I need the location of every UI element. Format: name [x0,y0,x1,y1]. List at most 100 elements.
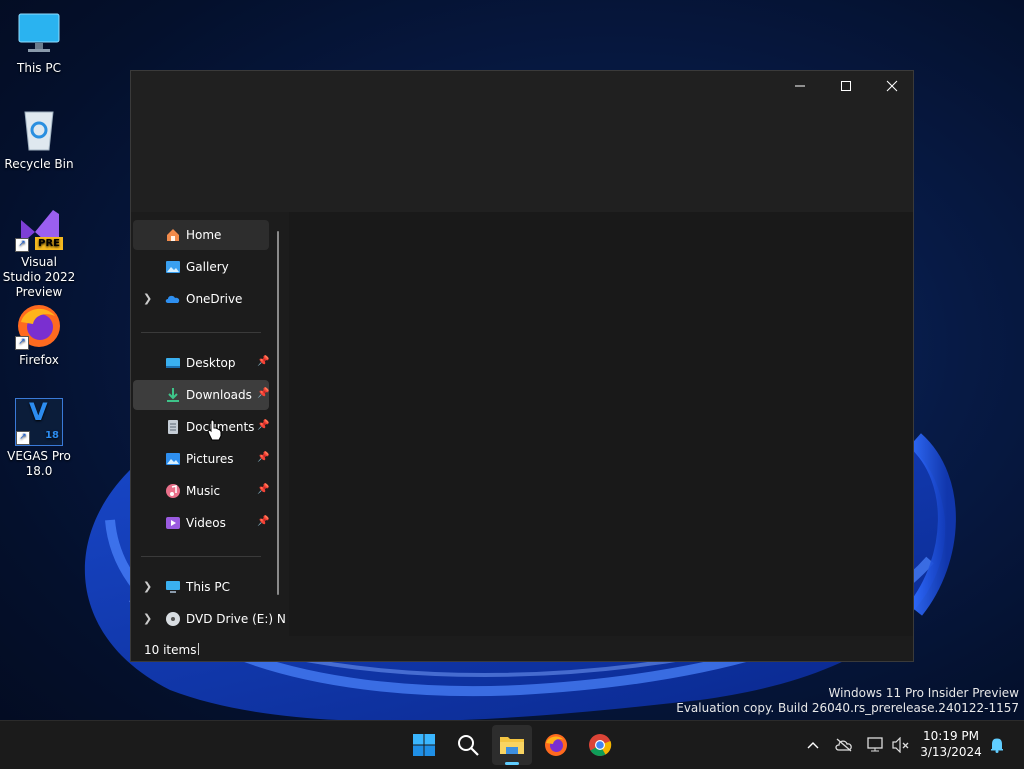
bell-icon [991,738,1003,753]
pre-badge: PRE [35,237,63,250]
pin-icon: 📌 [257,484,270,495]
recycle-bin-icon [15,106,63,154]
taskbar: 10:19 PM 3/13/2024 [0,720,1024,769]
volume-tray-button[interactable] [884,725,918,765]
windows-logo-icon [413,734,435,756]
maximize-icon [841,81,851,91]
pin-icon: 📌 [257,420,270,431]
pictures-icon [166,453,180,465]
file-list-pane[interactable] [289,212,913,636]
pin-icon: 📌 [257,516,270,527]
visual-studio-icon: PRE ↗ [15,204,63,252]
chevron-right-icon[interactable]: ❯ [143,292,152,305]
file-explorer-window: Home Gallery ❯ OneDrive Desktop 📌 Downlo… [130,70,914,662]
nav-divider [141,332,261,333]
clock-time: 10:19 PM [923,729,979,743]
onedrive-cloud-icon [165,295,180,303]
nav-item-label: OneDrive [186,292,243,306]
volume-muted-icon [892,737,909,753]
clock-date: 3/13/2024 [920,745,982,759]
watermark-line-2: Evaluation copy. Build 26040.rs_prerelea… [676,701,1019,715]
this-pc-icon [166,581,180,593]
music-icon [166,484,180,498]
chrome-icon [589,734,612,756]
hand-cursor-icon [207,419,222,441]
vegas-glyph: V [29,398,48,426]
nav-item-pictures[interactable]: Pictures 📌 [133,444,269,474]
gallery-icon [166,261,180,273]
active-indicator [505,762,519,765]
monitor-icon [15,10,63,58]
taskbar-firefox[interactable] [536,725,576,765]
desktop-folder-icon [166,358,180,368]
dvd-drive-icon [166,612,180,626]
search-button[interactable] [448,725,488,765]
navigation-pane: Home Gallery ❯ OneDrive Desktop 📌 Downlo… [131,212,286,636]
minimize-icon [795,85,805,87]
nav-item-label: This PC [186,580,230,594]
desktop-icon-firefox[interactable]: ↗ Firefox [1,302,77,368]
clock-button[interactable]: 10:19 PM 3/13/2024 [920,728,982,760]
status-separator [198,643,199,655]
folder-icon [500,737,524,754]
videos-icon [166,517,180,529]
nav-item-desktop[interactable]: Desktop 📌 [133,348,269,378]
desktop-icon-recycle-bin[interactable]: Recycle Bin [1,106,77,172]
desktop-icon-label: Firefox [19,353,59,367]
desktop-icon-label: This PC [17,61,61,75]
desktop-icon-vegas-pro[interactable]: V 18 ↗ VEGAS Pro 18.0 [1,398,77,479]
search-icon [458,735,479,756]
notifications-button[interactable] [982,725,1012,765]
nav-item-label: Gallery [186,260,229,274]
home-icon [167,229,179,241]
shortcut-arrow-icon: ↗ [15,238,29,252]
evaluation-watermark: Windows 11 Pro Insider Preview Evaluatio… [676,686,1019,716]
onedrive-tray-button[interactable] [826,725,862,765]
chevron-up-icon [807,742,819,749]
nav-item-home[interactable]: Home [133,220,269,250]
nav-scrollbar[interactable] [277,231,279,595]
minimize-button[interactable] [777,71,823,101]
chevron-right-icon[interactable]: ❯ [143,612,152,625]
nav-item-gallery[interactable]: Gallery [133,252,269,282]
download-icon [167,388,179,402]
nav-item-label: Videos [186,516,226,530]
desktop-icon-label: VEGAS Pro 18.0 [7,449,71,478]
start-button[interactable] [404,725,444,765]
shortcut-arrow-icon: ↗ [16,431,30,445]
taskbar-chrome[interactable] [580,725,620,765]
nav-divider [141,556,261,557]
nav-item-dvd-drive[interactable]: ❯ DVD Drive (E:) N [133,604,286,634]
item-count: 10 items [144,643,197,657]
desktop-icon-visual-studio[interactable]: PRE ↗ Visual Studio 2022 Preview [1,204,77,300]
vegas-pro-icon: V 18 ↗ [15,398,63,446]
nav-item-music[interactable]: Music 📌 [133,476,269,506]
pin-icon: 📌 [257,356,270,367]
nav-item-documents[interactable]: Documents 📌 [133,412,269,442]
nav-item-videos[interactable]: Videos 📌 [133,508,269,538]
nav-item-label: Downloads [186,388,252,402]
vegas-version-badge: 18 [45,430,59,441]
close-icon [886,80,898,92]
nav-item-onedrive[interactable]: ❯ OneDrive [133,284,269,314]
network-monitor-icon [867,737,883,752]
title-bar[interactable] [131,71,913,212]
nav-item-label: Pictures [186,452,234,466]
nav-item-label: Home [186,228,222,242]
shortcut-arrow-icon: ↗ [15,336,29,350]
desktop-icon-label: Recycle Bin [4,157,74,171]
documents-icon [168,420,178,434]
nav-item-label: Music [186,484,221,498]
nav-item-this-pc[interactable]: ❯ This PC [133,572,269,602]
desktop-icon-this-pc[interactable]: This PC [1,10,77,76]
firefox-icon [545,734,567,756]
maximize-button[interactable] [823,71,869,101]
close-button[interactable] [869,71,915,101]
pin-icon: 📌 [257,388,270,399]
chevron-right-icon[interactable]: ❯ [143,580,152,593]
nav-item-downloads[interactable]: Downloads 📌 [133,380,269,410]
taskbar-file-explorer[interactable] [492,725,532,765]
firefox-icon: ↗ [15,302,63,350]
onedrive-offline-icon [835,738,852,752]
watermark-line-1: Windows 11 Pro Insider Preview [828,686,1019,700]
